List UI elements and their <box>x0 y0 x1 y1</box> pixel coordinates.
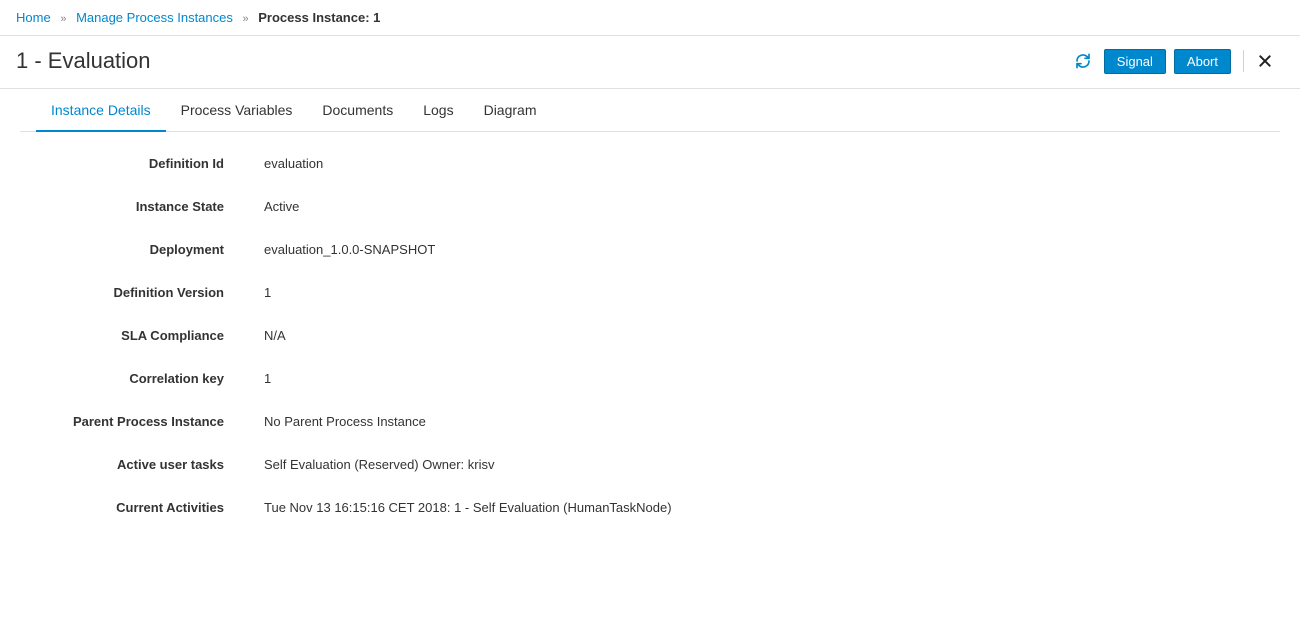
detail-row-definition-version: Definition Version 1 <box>36 285 1264 300</box>
close-icon[interactable] <box>1256 52 1274 70</box>
action-buttons: Signal Abort <box>1104 49 1231 74</box>
tab-instance-details[interactable]: Instance Details <box>36 90 166 132</box>
signal-button[interactable]: Signal <box>1104 49 1166 74</box>
tabs: Instance Details Process Variables Docum… <box>20 89 1280 132</box>
detail-value: Active <box>236 199 1264 214</box>
detail-label: Correlation key <box>36 371 236 386</box>
detail-value: evaluation_1.0.0-SNAPSHOT <box>236 242 1264 257</box>
detail-row-instance-state: Instance State Active <box>36 199 1264 214</box>
instance-details-panel: Definition Id evaluation Instance State … <box>0 132 1300 567</box>
page-title: 1 - Evaluation <box>16 48 151 74</box>
breadcrumb-home[interactable]: Home <box>16 10 51 25</box>
detail-value: Self Evaluation (Reserved) Owner: krisv <box>236 457 1264 472</box>
detail-row-deployment: Deployment evaluation_1.0.0-SNAPSHOT <box>36 242 1264 257</box>
detail-label: Definition Version <box>36 285 236 300</box>
detail-label: Instance State <box>36 199 236 214</box>
detail-value: evaluation <box>236 156 1264 171</box>
detail-row-parent-process-instance: Parent Process Instance No Parent Proces… <box>36 414 1264 429</box>
tab-diagram[interactable]: Diagram <box>469 90 552 132</box>
tab-logs[interactable]: Logs <box>408 90 468 132</box>
detail-label: Definition Id <box>36 156 236 171</box>
detail-value: N/A <box>236 328 1264 343</box>
breadcrumb-current: Process Instance: 1 <box>258 10 380 25</box>
detail-row-active-user-tasks: Active user tasks Self Evaluation (Reser… <box>36 457 1264 472</box>
detail-label: Parent Process Instance <box>36 414 236 429</box>
detail-row-sla-compliance: SLA Compliance N/A <box>36 328 1264 343</box>
detail-value: 1 <box>236 285 1264 300</box>
divider <box>1243 50 1244 72</box>
breadcrumb-separator-icon: » <box>243 13 249 25</box>
breadcrumb: Home » Manage Process Instances » Proces… <box>0 0 1300 36</box>
breadcrumb-manage-process-instances[interactable]: Manage Process Instances <box>76 10 233 25</box>
detail-value: Tue Nov 13 16:15:16 CET 2018: 1 - Self E… <box>236 500 1264 515</box>
header-actions: Signal Abort <box>1074 49 1284 74</box>
breadcrumb-separator-icon: » <box>60 13 66 25</box>
detail-value: 1 <box>236 371 1264 386</box>
detail-row-definition-id: Definition Id evaluation <box>36 156 1264 171</box>
detail-label: Active user tasks <box>36 457 236 472</box>
page-header: 1 - Evaluation Signal Abort <box>0 36 1300 89</box>
detail-value: No Parent Process Instance <box>236 414 1264 429</box>
detail-label: Current Activities <box>36 500 236 515</box>
tab-process-variables[interactable]: Process Variables <box>166 90 308 132</box>
refresh-icon[interactable] <box>1074 52 1092 70</box>
tab-documents[interactable]: Documents <box>307 90 408 132</box>
detail-row-correlation-key: Correlation key 1 <box>36 371 1264 386</box>
abort-button[interactable]: Abort <box>1174 49 1231 74</box>
detail-label: Deployment <box>36 242 236 257</box>
detail-row-current-activities: Current Activities Tue Nov 13 16:15:16 C… <box>36 500 1264 515</box>
detail-label: SLA Compliance <box>36 328 236 343</box>
